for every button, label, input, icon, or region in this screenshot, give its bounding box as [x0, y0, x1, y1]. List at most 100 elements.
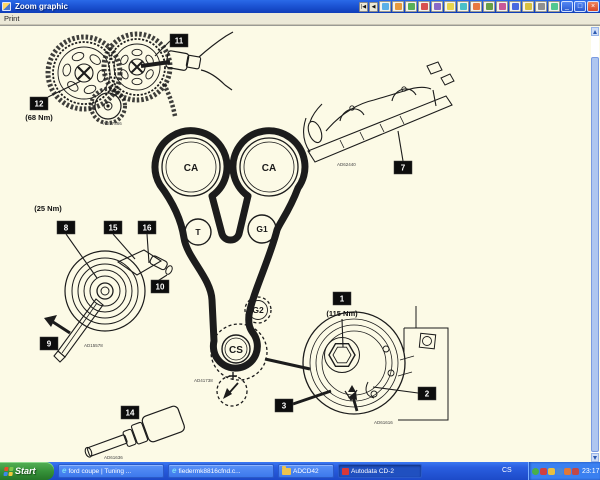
close-button[interactable]: ×: [587, 1, 599, 12]
taskbar: Start e ford coupe | Tuning ... e fieder…: [0, 462, 600, 480]
callout-8: 8: [64, 224, 69, 233]
illustration-code-crank: AD61616: [374, 420, 393, 425]
tray-icon[interactable]: [532, 468, 539, 475]
tray-icon[interactable]: [548, 468, 555, 475]
callout-11: 11: [175, 37, 184, 46]
app-shortcut-glyph: [395, 3, 402, 10]
app-shortcut-icon[interactable]: [392, 1, 404, 12]
app-shortcut-glyph: [525, 3, 532, 10]
app-shortcut-glyph: [473, 3, 480, 10]
callout-14: 14: [126, 409, 135, 418]
taskbar-clock[interactable]: 23:17: [582, 468, 600, 475]
app-shortcut-icon[interactable]: [379, 1, 391, 12]
timing-mark-arrow: [348, 391, 357, 400]
illustration-code-topleft: AD17366: [103, 121, 122, 126]
app-shortcut-icon[interactable]: [522, 1, 534, 12]
app-shortcut-icon[interactable]: [535, 1, 547, 12]
system-tray: 23:17: [528, 462, 600, 480]
belt-direction-arrow: [223, 388, 232, 399]
guide2-label: G2: [252, 305, 264, 315]
app-shortcut-icon[interactable]: [418, 1, 430, 12]
illustration-code-socket: AD61636: [104, 455, 123, 460]
app-shortcut-icon[interactable]: [548, 1, 560, 12]
app-shortcut-glyph: [382, 3, 389, 10]
app-shortcut-icon[interactable]: [509, 1, 521, 12]
folder-icon: [282, 468, 291, 475]
menu-print[interactable]: Print: [4, 14, 19, 23]
app-shortcut-icon[interactable]: [483, 1, 495, 12]
tray-icon[interactable]: [556, 468, 563, 475]
application-window: Zoom graphic |◀ ◀ _ □ × Print: [0, 0, 600, 480]
task-button-browser-1[interactable]: e ford coupe | Tuning ...: [58, 464, 164, 478]
app-shortcut-glyph: [460, 3, 467, 10]
start-button[interactable]: Start: [0, 462, 54, 480]
guide1-label: G1: [256, 224, 268, 234]
torque-crankshaft: (115 Nm): [326, 309, 358, 318]
app-shortcut-icon[interactable]: [405, 1, 417, 12]
timing-belt-diagram: CA CA T G1 G2 CS AD41738: [0, 26, 590, 462]
callout-7: 7: [401, 164, 406, 173]
illustration-code-topright: AD62440: [337, 162, 356, 167]
callout-12: 12: [35, 100, 44, 109]
nav-previous-button[interactable]: ◀: [369, 2, 378, 12]
illustration-code-belt: AD41738: [194, 378, 213, 383]
callout-10: 10: [156, 283, 165, 292]
app-shortcut-icon[interactable]: [431, 1, 443, 12]
title-bar[interactable]: Zoom graphic |◀ ◀ _ □ ×: [0, 0, 600, 13]
task-button-browser-2[interactable]: e fiedermk8816cfnd.c...: [168, 464, 274, 478]
callout-9: 9: [47, 340, 52, 349]
minimize-button[interactable]: _: [561, 1, 573, 12]
task-button-folder[interactable]: ADCD42: [278, 464, 334, 478]
tray-icon[interactable]: [572, 468, 579, 475]
app-shortcut-glyph: [486, 3, 493, 10]
torque-camshaft: (68 Nm): [25, 113, 53, 122]
lever-direction-arrow: [44, 315, 70, 333]
maximize-button[interactable]: □: [574, 1, 586, 12]
vertical-scrollbar[interactable]: [591, 27, 599, 462]
titlebar-controls: |◀ ◀ _ □ ×: [359, 1, 599, 12]
camshaft-sprockets-drawing: AD17366: [48, 32, 233, 126]
callout-1: 1: [340, 295, 345, 304]
timing-mark-pointer: [348, 385, 356, 392]
tensioner-label: T: [195, 227, 201, 237]
tray-icon[interactable]: [540, 468, 547, 475]
belt-routing: CA CA T G1 G2 CS AD41738: [155, 131, 305, 406]
task-label: ADCD42: [293, 468, 319, 475]
app-shortcut-icon[interactable]: [470, 1, 482, 12]
scrollbar-thumb[interactable]: [591, 57, 599, 452]
app-shortcut-glyph: [499, 3, 506, 10]
app-shortcut-icon[interactable]: [496, 1, 508, 12]
app-shortcut-icon[interactable]: [457, 1, 469, 12]
task-label: fiedermk8816cfnd.c...: [178, 468, 240, 475]
up-arrow-icon: [593, 30, 597, 34]
autodata-icon: [342, 468, 349, 475]
task-label: Autodata CD-2: [351, 468, 394, 475]
camshaft-right-label: CA: [262, 163, 276, 174]
app-shortcut-glyph: [421, 3, 428, 10]
tensioner-assembly-drawing: AD15578: [54, 250, 174, 362]
language-indicator[interactable]: CS: [502, 467, 512, 474]
tray-icon[interactable]: [564, 468, 571, 475]
app-shortcut-glyph: [434, 3, 441, 10]
callout-2: 2: [425, 390, 430, 399]
menu-bar: Print: [0, 13, 600, 25]
scroll-up-button[interactable]: [591, 27, 599, 36]
down-arrow-icon: [593, 456, 597, 460]
windows-logo-icon: [3, 467, 13, 476]
task-button-autodata[interactable]: Autodata CD-2: [338, 464, 422, 478]
camshaft-carrier-drawing: AD62440: [304, 62, 454, 167]
crank-sprocket-label: CS: [229, 345, 243, 356]
internet-explorer-icon: e: [62, 467, 66, 475]
app-shortcut-glyph: [551, 3, 558, 10]
task-label: ford coupe | Tuning ...: [68, 468, 131, 475]
illustration-code-tensioner: AD15578: [84, 343, 103, 348]
application-icon: [2, 2, 11, 11]
app-shortcut-glyph: [538, 3, 545, 10]
window-title: Zoom graphic: [15, 2, 68, 11]
scroll-down-button[interactable]: [591, 453, 599, 462]
app-shortcut-icon[interactable]: [444, 1, 456, 12]
callout-3: 3: [282, 402, 287, 411]
nav-first-button[interactable]: |◀: [359, 2, 368, 12]
start-label: Start: [15, 466, 36, 476]
callout-15: 15: [109, 224, 118, 233]
